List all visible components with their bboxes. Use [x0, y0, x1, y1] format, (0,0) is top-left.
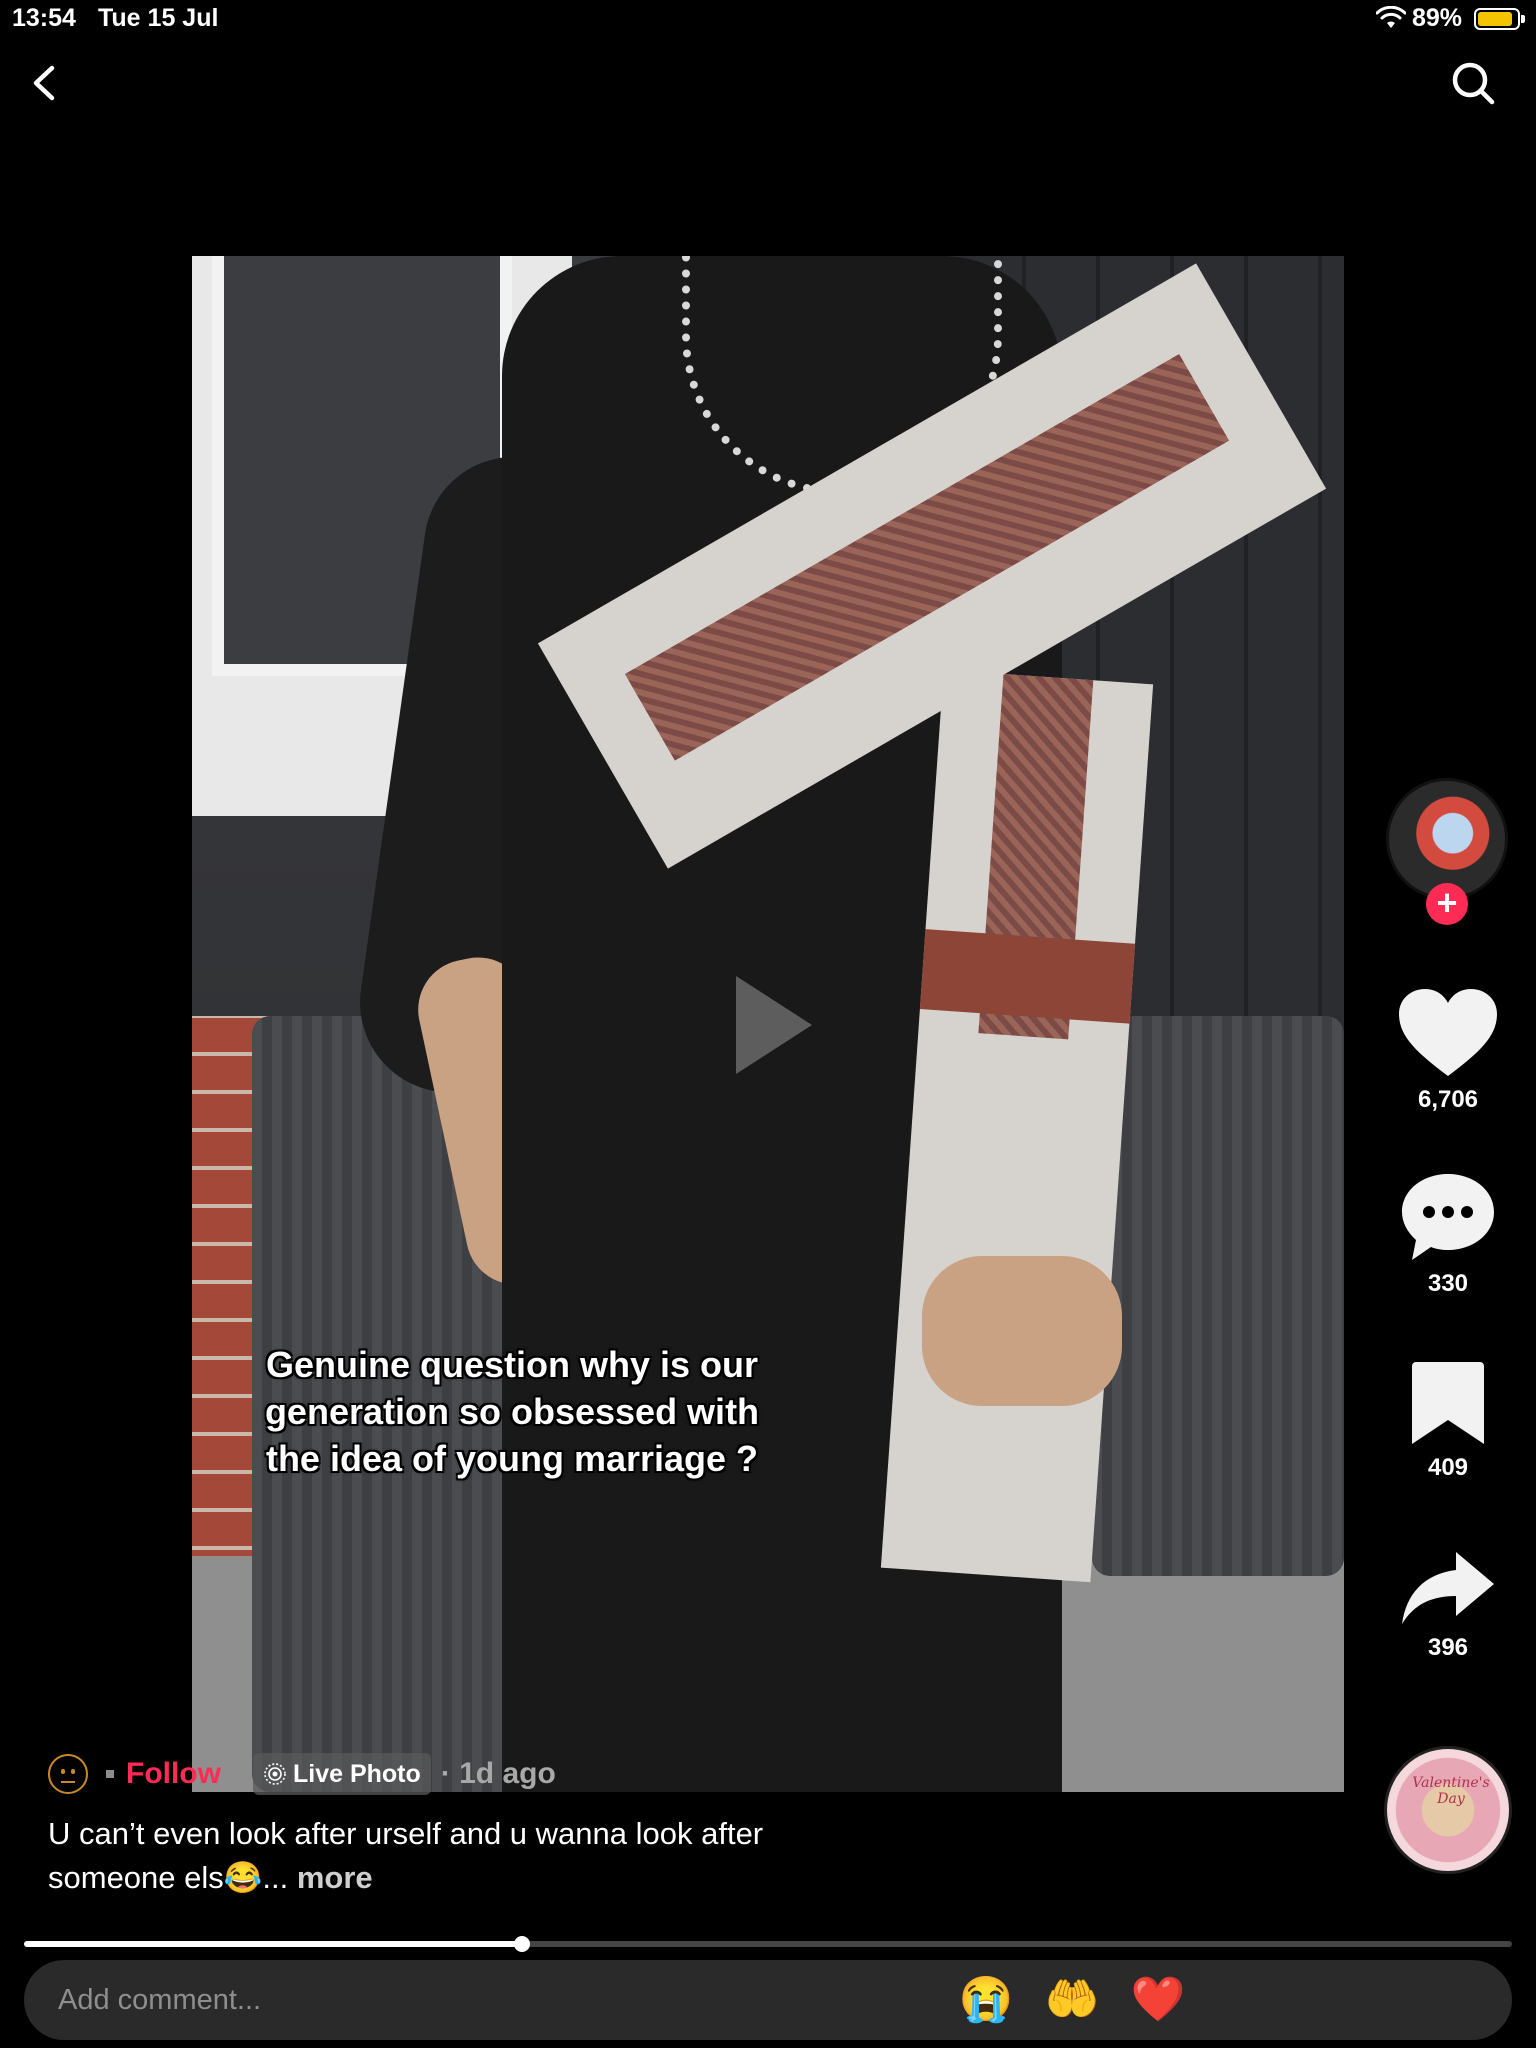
follow-plus-button[interactable]: + [1426, 883, 1468, 925]
music-disc[interactable]: Valentine's Day [1384, 1746, 1512, 1874]
like-action[interactable]: 6,706 [1388, 986, 1508, 1114]
comment-bubble-icon[interactable] [1398, 1170, 1498, 1264]
comment-action[interactable]: 330 [1388, 1170, 1508, 1298]
post-description[interactable]: U can’t even look after urself and u wan… [48, 1812, 808, 1900]
video-progress-thumb[interactable] [514, 1936, 531, 1952]
video-caption: Genuine question why is our generation s… [252, 1341, 772, 1482]
comment-bar: 😭 🤲 ❤️ [24, 1960, 1512, 2040]
separator-dot [106, 1770, 114, 1778]
posted-time: · 1d ago [440, 1757, 556, 1790]
video-caption-line: generation so obsessed with [264, 1391, 760, 1432]
battery-icon [1474, 8, 1520, 30]
live-photo-label: Live Photo [292, 1759, 421, 1788]
emoji-heart-button[interactable]: ❤️ [1130, 1972, 1186, 2028]
video-player[interactable]: Genuine question why is our generation s… [192, 256, 1344, 1792]
search-button[interactable] [1448, 58, 1498, 108]
emoji-palms-button[interactable]: 🤲 [1044, 1972, 1100, 2028]
author-row: Follow Live Photo · 1d ago [48, 1752, 556, 1796]
status-date: Tue 15 Jul [98, 4, 219, 32]
battery-level [1478, 12, 1512, 26]
more-link[interactable]: more [288, 1860, 373, 1895]
share-arrow-icon[interactable] [1398, 1548, 1498, 1628]
video-caption-line: Genuine question why is our [265, 1344, 759, 1385]
back-button[interactable] [22, 60, 68, 106]
bookmark-action[interactable]: 409 [1388, 1358, 1508, 1482]
live-photo-icon [264, 1763, 286, 1785]
video-progress-fill [24, 1941, 523, 1947]
battery-percent: 89% [1412, 4, 1463, 32]
status-time: 13:54 [12, 4, 76, 32]
play-icon[interactable] [728, 970, 818, 1080]
post-description-text: U can’t even look after urself and u wan… [48, 1816, 764, 1895]
follow-button[interactable]: Follow [126, 1757, 221, 1791]
comment-count: 330 [1427, 1270, 1469, 1297]
heart-icon[interactable] [1396, 986, 1500, 1080]
author-avatar-icon[interactable] [48, 1754, 88, 1794]
status-bar: 13:54 Tue 15 Jul 89% [0, 0, 1536, 40]
live-photo-badge[interactable]: Live Photo [252, 1753, 431, 1795]
emoji-crying-button[interactable]: 😭 [958, 1972, 1014, 2028]
battery-nub [1521, 15, 1525, 23]
share-count: 396 [1427, 1634, 1469, 1661]
music-disc-label: Valentine's Day [1412, 1775, 1490, 1807]
video-progress-bar[interactable] [24, 1941, 1512, 1947]
bookmark-count: 409 [1427, 1454, 1469, 1481]
bookmark-icon[interactable] [1408, 1358, 1488, 1448]
wifi-icon [1376, 6, 1406, 28]
video-caption-line: the idea of young marriage ? [265, 1438, 759, 1479]
like-count: 6,706 [1417, 1086, 1479, 1113]
share-action[interactable]: 396 [1388, 1548, 1508, 1662]
